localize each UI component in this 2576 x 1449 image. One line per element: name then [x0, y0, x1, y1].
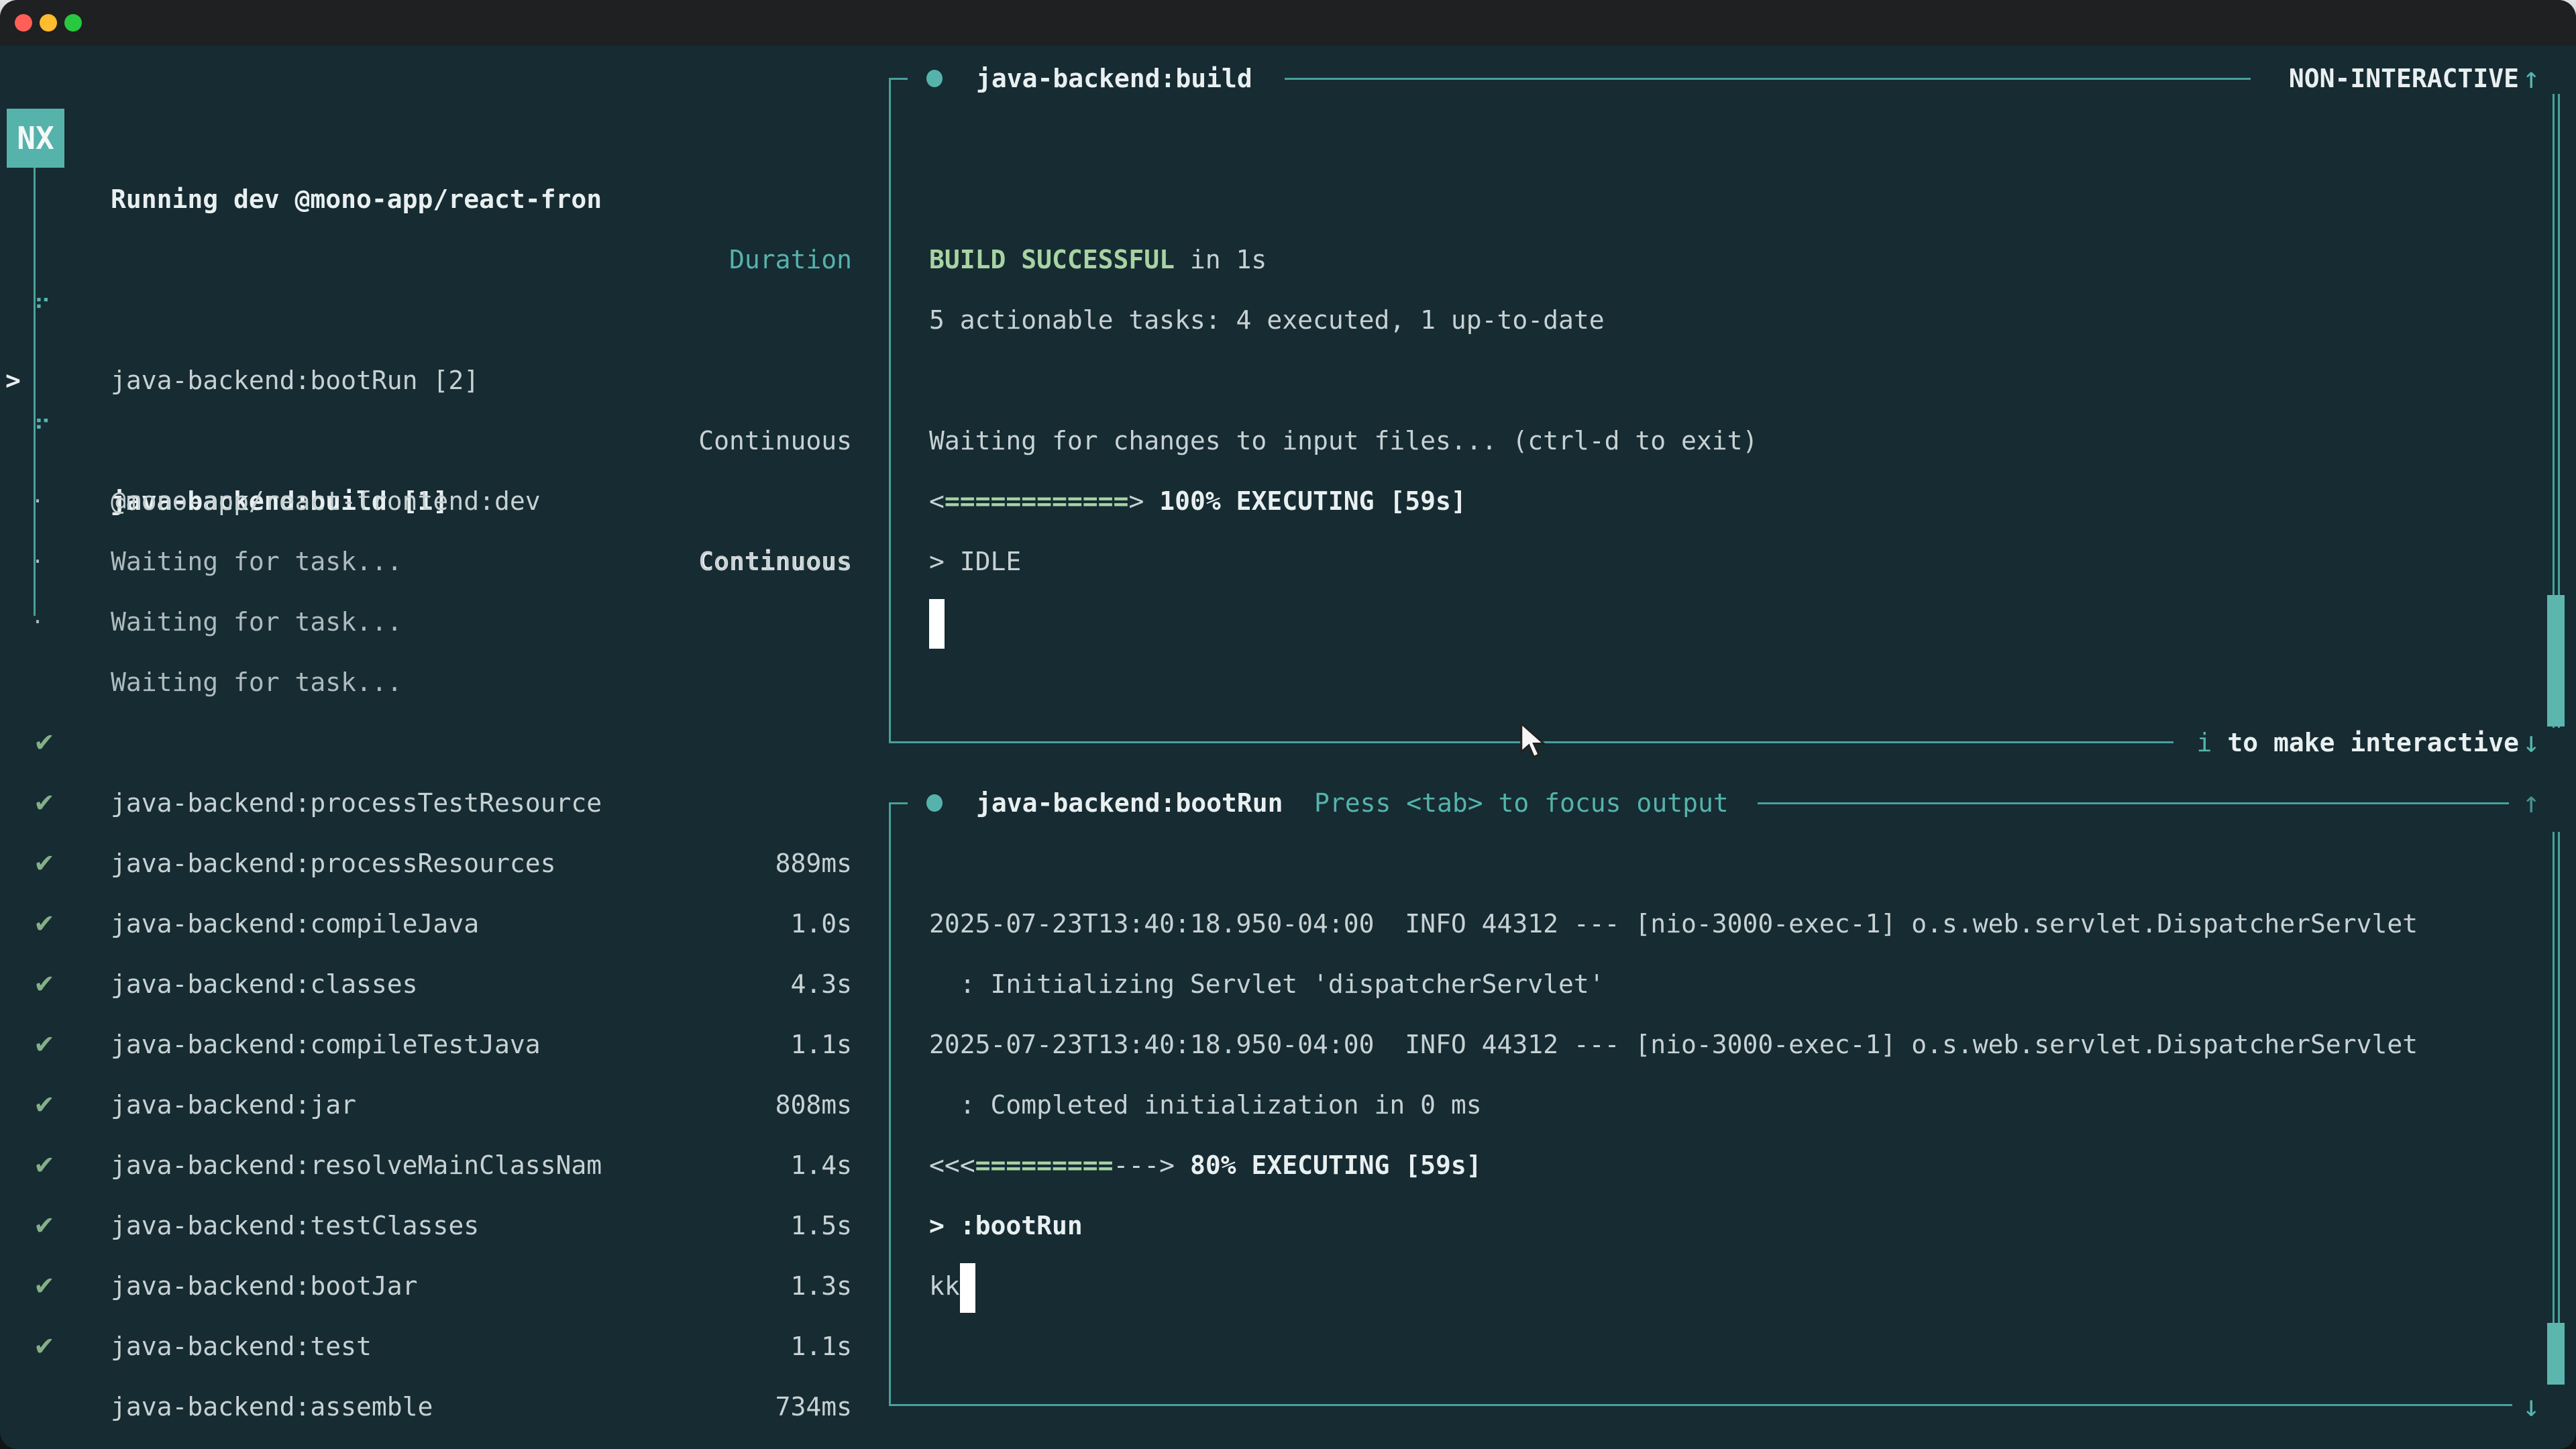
progress-label: 100% EXECUTING [59s] [1159, 486, 1466, 516]
task-row-pending: · Waiting for task... [0, 531, 889, 592]
interactive-hint-key: i [2197, 728, 2212, 757]
scroll-up-icon[interactable]: ↑ [2522, 773, 2540, 833]
build-panel-left-border [889, 78, 891, 741]
terminal-window: NX Running dev @mono-app/react-fron Dura… [0, 0, 2576, 1449]
sidebar-title: Running dev @mono-app/react-fron [111, 169, 602, 229]
interactive-hint-text: to make interactive [2212, 728, 2519, 757]
build-cursor-row [929, 592, 945, 652]
interactive-hint: i to make interactive [2197, 712, 2519, 773]
build-scrollbar-thumb[interactable] [2547, 595, 2565, 727]
build-panel-title: java-backend:build [976, 48, 1252, 109]
log-line: 2025-07-23T13:40:18.950-04:00 INFO 44312… [929, 894, 2418, 954]
task-row-bootrun[interactable]: ⠋ java-backend:bootRun [2] Continuous [0, 229, 889, 290]
mouse-cursor-icon [1519, 722, 1552, 762]
task-row-build-selected[interactable]: > ⠋ java-backend:build [1] Continuous [0, 290, 889, 350]
task-row-pending: · Waiting for task... [0, 471, 889, 531]
bootrun-panel-bottom-border [889, 1404, 2512, 1406]
task-row-completed[interactable]: ✔ java-backend:test 734ms [0, 1195, 889, 1256]
task-row-completed[interactable]: ✔ java-backend:processResources 1.0s [0, 712, 889, 773]
progress-bar: ============ [945, 486, 1129, 516]
progress-label: 80% EXECUTING [59s] [1190, 1150, 1482, 1180]
pagination: ← 1/2 → [37, 1437, 144, 1449]
build-tasks-summary: 5 actionable tasks: 4 executed, 1 up-to-… [929, 290, 1605, 350]
scroll-down-icon[interactable]: ↓ [2522, 712, 2540, 773]
progress-bar: ========= [975, 1150, 1114, 1180]
pending-bullet-icon: · [34, 592, 42, 652]
bootrun-panel-left-border [889, 802, 891, 1406]
task-row-completed[interactable]: ✔ java-backend:resolveMainClassNam 1.5s [0, 1014, 889, 1075]
bootrun-progress-line: <<<=========---> 80% EXECUTING [59s] [929, 1135, 1482, 1195]
build-panel-corner-stub [889, 78, 908, 80]
bootrun-panel-dot-icon [926, 794, 943, 812]
bootrun-focus-hint: Press <tab> to focus output [1314, 773, 1729, 833]
task-row-completed[interactable]: ✔ java-backend:processTestResource 889ms [0, 652, 889, 712]
task-row-completed[interactable]: ✔ java-backend:compileJava 4.3s [0, 773, 889, 833]
build-progress-line: <============> 100% EXECUTING [59s] [929, 471, 1466, 531]
terminal-cursor [929, 599, 945, 649]
progress-left-cap: < [929, 486, 945, 516]
task-duration: 1.1s [790, 1316, 852, 1377]
task-row-completed[interactable]: ✔ java-backend:assemble 774ms [0, 1256, 889, 1316]
scroll-up-icon[interactable]: ↑ [2522, 48, 2540, 109]
bootrun-panel-corner-stub [889, 802, 908, 804]
task-row-frontend-dev[interactable]: ⠋ @mono-app/react-frontend:dev Continuou… [0, 350, 889, 411]
bootrun-prompt-line: > :bootRun [929, 1195, 1083, 1256]
build-success-line: BUILD SUCCESSFUL in 1s [929, 229, 1267, 290]
bootrun-panel-title: java-backend:bootRun [976, 773, 1283, 833]
build-status: BUILD SUCCESSFUL [929, 245, 1175, 274]
bootrun-scrollbar-track[interactable] [2558, 832, 2560, 1379]
scroll-down-icon[interactable]: ↓ [2522, 1377, 2540, 1437]
maximize-button[interactable] [64, 14, 82, 32]
progress-right-cap: > [1128, 486, 1159, 516]
sidebar-header: Running dev @mono-app/react-fron Duratio… [0, 109, 889, 169]
build-panel-dot-icon [926, 70, 943, 87]
task-row-completed[interactable]: ✔ java-backend:jar 1.4s [0, 954, 889, 1014]
progress-tail: ---> [1114, 1150, 1190, 1180]
task-row-pending: · Waiting for task... [0, 411, 889, 471]
log-line: : Completed initialization in 0 ms [929, 1075, 1482, 1135]
task-row-completed[interactable]: ✔ java-backend:classes 1.1s [0, 833, 889, 894]
task-row-completed[interactable]: ✔ java-backend:testClasses 1.3s [0, 1075, 889, 1135]
build-panel-header-rule [1285, 78, 2251, 80]
task-name: java-backend:test [111, 1316, 372, 1377]
bootrun-scrollbar-thumb[interactable] [2547, 1323, 2565, 1385]
task-duration: 774ms [775, 1437, 852, 1449]
task-row-completed[interactable]: ✔ java-backend:bootJar 1.1s [0, 1135, 889, 1195]
build-waiting-line: Waiting for changes to input files... (c… [929, 411, 1758, 471]
bootrun-input-text: kk [929, 1271, 960, 1301]
nx-tui: NX Running dev @mono-app/react-fron Dura… [0, 46, 2576, 1449]
pending-label: Waiting for task... [111, 592, 402, 652]
sidebar-footer: ← 1/2 → quit: q help: ? [0, 1377, 889, 1437]
bootrun-input-line[interactable]: kk [929, 1256, 975, 1316]
bootrun-panel-header-rule [1758, 802, 2509, 804]
build-idle-line: > IDLE [929, 531, 1021, 592]
build-panel-mode-badge: NON-INTERACTIVE [2289, 48, 2519, 109]
log-line: : Initializing Servlet 'dispatcherServle… [929, 954, 1605, 1014]
bootrun-scrollbar-track[interactable] [2553, 832, 2555, 1379]
check-icon: ✔ [34, 1316, 55, 1377]
task-row-completed[interactable]: ✔ java-backend:compileTestJava 808ms [0, 894, 889, 954]
progress-left-cap: <<< [929, 1150, 975, 1180]
terminal-cursor [960, 1263, 975, 1313]
titlebar [0, 0, 2576, 46]
log-line: 2025-07-23T13:40:18.950-04:00 INFO 44312… [929, 1014, 2418, 1075]
build-status-rest: in 1s [1175, 245, 1267, 274]
minimize-button[interactable] [40, 14, 57, 32]
close-button[interactable] [15, 14, 32, 32]
